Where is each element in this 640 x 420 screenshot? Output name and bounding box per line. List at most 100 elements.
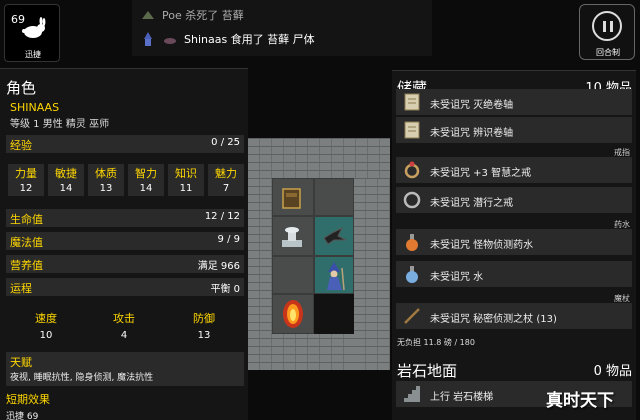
combat-defense: 防御 13 bbox=[174, 310, 234, 341]
luck-row: 运程 平衡 0 bbox=[6, 278, 244, 296]
attr-cha: 魅力 7 bbox=[208, 164, 244, 196]
combat-value: 13 bbox=[197, 330, 211, 341]
log-text: Shinaas 食用了 苔藓 尸体 bbox=[184, 33, 315, 46]
attr-int: 智力 14 bbox=[128, 164, 164, 196]
attr-label: 魅力 bbox=[215, 167, 237, 180]
character-title: 角色 bbox=[6, 79, 37, 97]
inventory-panel: 储藏 10 物品 未受诅咒 灭绝卷轴 未受诅咒 辨识卷轴 戒指 未受诅咒 +3 … bbox=[392, 70, 636, 420]
stat-label: 魔法值 bbox=[10, 236, 43, 249]
attr-label: 知识 bbox=[175, 167, 197, 180]
altar-icon[interactable] bbox=[278, 224, 306, 250]
character-name: SHINAAS bbox=[10, 101, 60, 114]
item-name: 未受诅咒 水 bbox=[430, 272, 484, 283]
scroll-icon bbox=[404, 121, 420, 139]
hero-buff-label: 迅捷 bbox=[25, 50, 41, 59]
pause-icon bbox=[592, 11, 622, 41]
book-icon[interactable] bbox=[280, 186, 304, 210]
item-name: 上行 岩石楼梯 bbox=[430, 392, 494, 403]
inventory-item[interactable]: 未受诅咒 水 bbox=[396, 261, 632, 287]
inventory-item[interactable]: 未受诅咒 秘密侦测之杖 (13) bbox=[396, 303, 632, 329]
item-name: 未受诅咒 辨识卷轴 bbox=[430, 128, 514, 139]
wall-bottom bbox=[272, 334, 354, 370]
ring-icon bbox=[403, 191, 421, 209]
floor-tile[interactable] bbox=[314, 178, 354, 216]
exp-label: 经验 bbox=[10, 139, 32, 152]
carry-weight: 无负担 11.8 磅 / 180 bbox=[397, 338, 475, 347]
talent-box: 天赋 夜视, 睡眠抗性, 隐身侦测, 魔法抗性 bbox=[6, 352, 244, 386]
rabbit-icon bbox=[22, 17, 46, 38]
ring-icon bbox=[404, 161, 420, 179]
inventory-item[interactable]: 未受诅咒 辨识卷轴 bbox=[396, 117, 632, 143]
item-name: 未受诅咒 秘密侦测之杖 (13) bbox=[430, 314, 557, 325]
corpse-icon bbox=[164, 38, 176, 44]
item-name: 未受诅咒 灭绝卷轴 bbox=[430, 100, 514, 111]
attr-str: 力量 12 bbox=[8, 164, 44, 196]
buff-section: 短期效果 迅捷 69 bbox=[6, 391, 50, 420]
wizard-icon bbox=[144, 32, 152, 46]
stat-value: 平衡 0 bbox=[210, 284, 240, 295]
character-description: 等级 1 男性 精灵 巫师 bbox=[10, 119, 110, 130]
wall-left bbox=[248, 178, 272, 370]
attr-label: 敏捷 bbox=[55, 167, 77, 180]
combat-value: 10 bbox=[39, 330, 53, 341]
stat-value: 9 / 9 bbox=[217, 234, 240, 245]
ground-title: 岩石地面 bbox=[397, 362, 458, 380]
floor-tile[interactable] bbox=[272, 256, 314, 294]
attr-value: 7 bbox=[222, 183, 230, 194]
item-name: 未受诅咒 怪物侦测药水 bbox=[430, 240, 534, 251]
stat-value: 满足 966 bbox=[197, 261, 240, 272]
nutrition-row: 营养值 满足 966 bbox=[6, 255, 244, 273]
log-line: Poe 杀死了 苔藓 bbox=[140, 4, 244, 26]
item-name: 未受诅咒 潜行之戒 bbox=[430, 198, 514, 209]
message-log: Poe 杀死了 苔藓 Shinaas 食用了 苔藓 尸体 bbox=[132, 0, 432, 56]
character-panel: 角色 SHINAAS 等级 1 男性 精灵 巫师 经验 0 / 25 力量 12… bbox=[0, 68, 248, 420]
log-line: Shinaas 食用了 苔藓 尸体 bbox=[140, 28, 315, 50]
wall-top bbox=[248, 138, 390, 178]
buff-value: 迅捷 69 bbox=[6, 412, 39, 420]
attr-value: 14 bbox=[139, 183, 153, 194]
inventory-item[interactable]: 未受诅咒 灭绝卷轴 bbox=[396, 89, 632, 115]
log-text: Poe 杀死了 苔藓 bbox=[162, 9, 244, 22]
combat-speed: 速度 10 bbox=[16, 310, 76, 341]
attr-label: 体质 bbox=[95, 167, 117, 180]
attr-value: 12 bbox=[19, 183, 33, 194]
combat-label: 速度 bbox=[35, 312, 57, 325]
exp-value: 0 / 25 bbox=[211, 137, 240, 148]
stat-label: 生命值 bbox=[10, 213, 43, 226]
attr-label: 智力 bbox=[135, 167, 157, 180]
dungeon-map[interactable] bbox=[248, 138, 390, 370]
inventory-item[interactable]: 未受诅咒 怪物侦测药水 bbox=[396, 229, 632, 255]
combat-attack: 攻击 4 bbox=[94, 310, 154, 341]
stat-value: 12 / 12 bbox=[204, 211, 240, 222]
player-wizard-icon[interactable] bbox=[320, 260, 348, 292]
hp-row: 生命值 12 / 12 bbox=[6, 209, 244, 227]
attr-value: 13 bbox=[99, 183, 113, 194]
ground-count: 0 物品 bbox=[593, 364, 632, 379]
turn-mode-label: 回合制 bbox=[596, 48, 620, 57]
stairs-up-icon bbox=[404, 386, 420, 402]
exp-row: 经验 0 / 25 bbox=[6, 135, 244, 153]
fire-trap-icon[interactable] bbox=[280, 298, 306, 330]
mp-row: 魔法值 9 / 9 bbox=[6, 232, 244, 250]
combat-value: 4 bbox=[120, 330, 128, 341]
wand-icon bbox=[404, 308, 420, 324]
combat-label: 攻击 bbox=[113, 312, 135, 325]
inventory-item[interactable]: 未受诅咒 +3 智慧之戒 bbox=[396, 157, 632, 183]
scroll-icon bbox=[404, 93, 420, 111]
turn-mode-button[interactable]: 回合制 bbox=[579, 4, 635, 60]
stat-label: 运程 bbox=[10, 282, 32, 295]
hero-status-button[interactable]: 69 迅捷 bbox=[4, 4, 60, 62]
inventory-item[interactable]: 未受诅咒 潜行之戒 bbox=[396, 187, 632, 213]
stat-label: 营养值 bbox=[10, 259, 43, 272]
watermark-text: 真时天下 bbox=[546, 391, 614, 411]
buff-label: 短期效果 bbox=[6, 393, 50, 406]
moss-icon bbox=[142, 11, 154, 19]
wall-right bbox=[354, 178, 390, 370]
attr-con: 体质 13 bbox=[88, 164, 124, 196]
attr-wis: 知识 11 bbox=[168, 164, 204, 196]
attr-label: 力量 bbox=[15, 167, 37, 180]
potion-icon bbox=[406, 234, 418, 251]
crow-icon[interactable] bbox=[322, 224, 348, 248]
talent-label: 天赋 bbox=[10, 356, 32, 369]
attr-value: 14 bbox=[59, 183, 73, 194]
